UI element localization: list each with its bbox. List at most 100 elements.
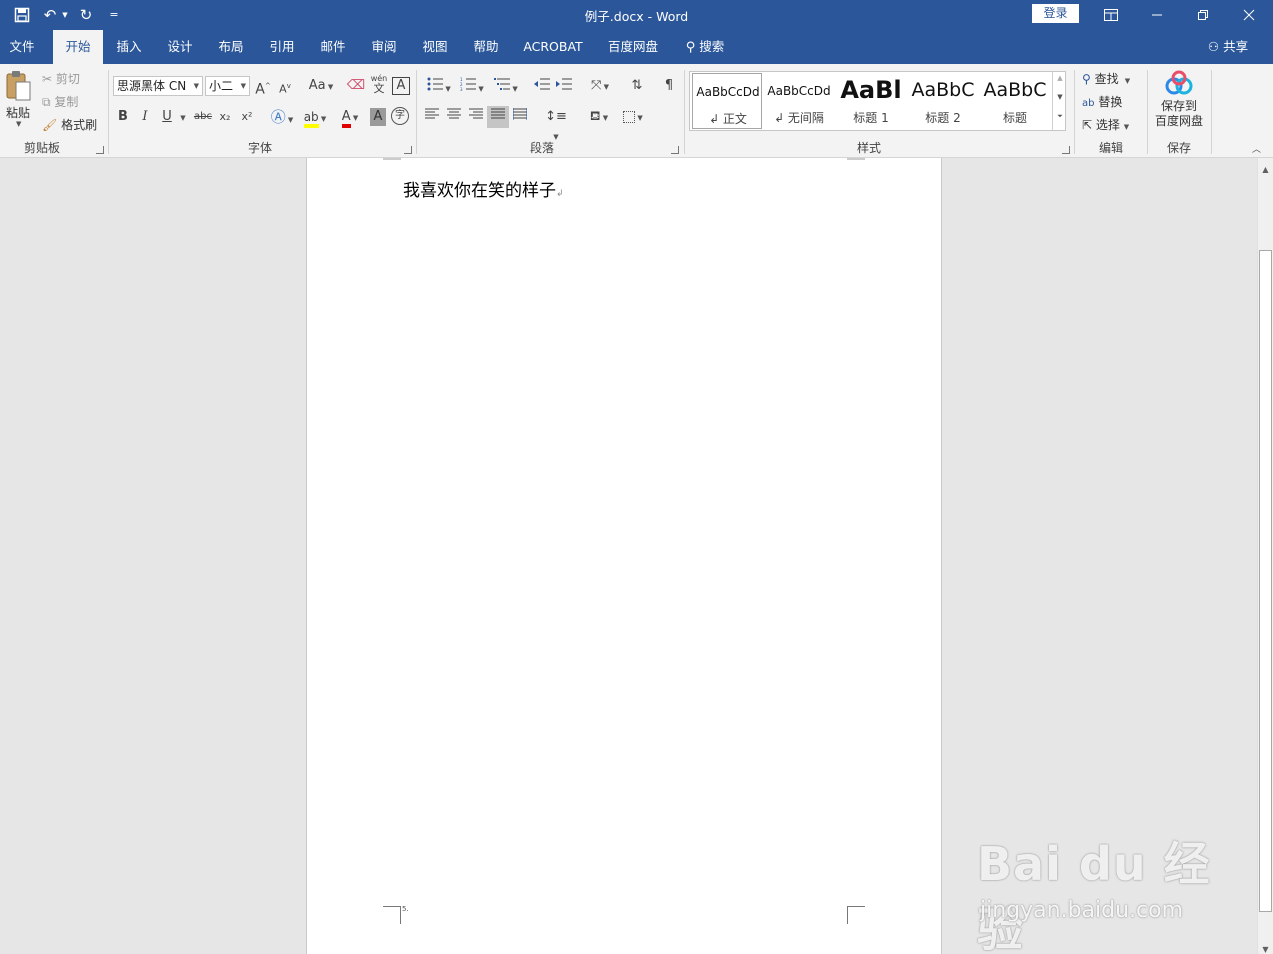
style-title[interactable]: AaBbC 标题 (980, 73, 1050, 129)
underline-button[interactable]: U (160, 108, 174, 126)
shading-button[interactable]: ⛾ ▼ (584, 108, 614, 126)
tab-mailings[interactable]: 邮件 (311, 30, 355, 64)
ribbon-display-options-icon[interactable] (1088, 0, 1134, 30)
document-page[interactable]: 我喜欢你在笑的样子↲ 5. (306, 158, 942, 954)
increase-indent-icon[interactable] (554, 77, 574, 95)
underline-dropdown-icon[interactable]: ▼ (178, 108, 188, 126)
tab-home[interactable]: 开始 (53, 30, 103, 64)
show-hide-marks-icon[interactable]: ¶ (660, 77, 678, 95)
superscript-button[interactable]: x² (238, 108, 256, 126)
tab-help[interactable]: 帮助 (464, 30, 508, 64)
line-spacing-button[interactable]: ↕≡ ▼ (542, 108, 570, 141)
tell-me-search[interactable]: ⚲ 搜索 (680, 30, 730, 64)
phonetic-guide-bottom: 文 (373, 82, 385, 95)
gallery-down-icon[interactable]: ▼ (1053, 93, 1067, 101)
close-icon[interactable] (1226, 0, 1272, 30)
find-button[interactable]: ⚲ 查找 ▼ (1082, 70, 1130, 87)
paste-label: 粘贴 (6, 106, 31, 120)
select-label: 选择 (1095, 118, 1120, 132)
tab-review[interactable]: 审阅 (362, 30, 406, 64)
collapse-ribbon-icon[interactable]: ︿ (1252, 142, 1261, 155)
style-heading-1[interactable]: AaBl 标题 1 (836, 73, 906, 129)
tab-file[interactable]: 文件 (0, 30, 44, 64)
sort-icon[interactable]: ⇅ (628, 77, 646, 95)
watermark-logo: Bai du 经验 (977, 837, 1211, 954)
copy-button[interactable]: ⧉ 复制 (42, 93, 78, 110)
tab-acrobat[interactable]: ACROBAT (518, 30, 588, 64)
paragraph-launcher-icon[interactable] (671, 146, 679, 154)
style-name: ↲ 正文 (709, 112, 747, 126)
align-right-icon[interactable] (467, 108, 485, 126)
vertical-scrollbar[interactable]: ▲ ▼ (1257, 158, 1273, 954)
format-painter-button[interactable]: 🖌 格式刷 (42, 116, 97, 133)
scrollbar-thumb[interactable] (1259, 250, 1272, 912)
style-normal[interactable]: AaBbCcDd ↲ 正文 (692, 73, 762, 129)
scroll-up-icon[interactable]: ▲ (1258, 162, 1273, 177)
strikethrough-button[interactable]: abc (192, 108, 214, 126)
numbering-button[interactable]: 123 ▼ (456, 77, 488, 95)
clear-formatting-icon[interactable]: ⌫ (346, 77, 366, 95)
phonetic-guide-button[interactable]: wén 文 (369, 74, 389, 98)
login-button[interactable]: 登录 (1032, 4, 1079, 23)
distributed-icon[interactable] (511, 108, 529, 126)
paste-dropdown-icon: ▼ (16, 120, 22, 128)
multilevel-list-button[interactable]: ▼ (490, 77, 522, 95)
bullets-button[interactable]: ▼ (423, 77, 455, 95)
tab-references[interactable]: 引用 (260, 30, 304, 64)
watermark-url: jingyan.baidu.com (980, 898, 1184, 923)
font-name-dropdown[interactable]: 思源黑体 CN ▼ (113, 76, 203, 96)
tab-baidu-netdisk[interactable]: 百度网盘 (600, 30, 666, 64)
bullets-icon (427, 77, 444, 91)
scroll-down-icon[interactable]: ▼ (1258, 942, 1273, 954)
share-button[interactable]: ⚇ 共享 (1200, 30, 1256, 64)
paste-button[interactable]: 粘贴 ▼ (4, 70, 34, 130)
italic-button[interactable]: I (138, 108, 152, 126)
justify-icon[interactable] (487, 106, 509, 128)
person-icon: ⚇ (1207, 39, 1220, 54)
align-left-icon[interactable] (423, 108, 441, 126)
clipboard-group-label: 剪贴板 (23, 141, 60, 155)
document-body-text[interactable]: 我喜欢你在笑的样子↲ (403, 176, 564, 201)
save-button-line1: 保存到 (1160, 99, 1197, 113)
tab-insert[interactable]: 插入 (107, 30, 151, 64)
font-size-dropdown[interactable]: 小二 ▼ (205, 76, 250, 96)
character-shading-icon[interactable]: A (370, 108, 386, 126)
shrink-font-icon[interactable]: Av (277, 77, 293, 96)
text-effects-button[interactable]: Ⓐ ▼ (268, 108, 296, 126)
save-to-baidu-netdisk-button[interactable]: 保存到 百度网盘 (1152, 70, 1206, 136)
style-heading-2[interactable]: AaBbC 标题 2 (908, 73, 978, 129)
gallery-up-icon[interactable]: ▲ (1053, 74, 1067, 82)
change-case-button[interactable]: Aa ▼ (306, 77, 336, 95)
gallery-more-icon[interactable]: ⏷ (1053, 112, 1067, 121)
character-border-button[interactable]: A (392, 77, 410, 95)
chinese-layout-button[interactable]: ⤧ ▼ (586, 77, 614, 95)
style-no-spacing[interactable]: AaBbCcDd ↲ 无间隔 (764, 73, 834, 129)
chevron-down-icon: ▼ (1122, 77, 1131, 85)
format-painter-label: 格式刷 (61, 118, 98, 132)
numbering-icon: 123 (460, 77, 477, 92)
replace-button[interactable]: ab 替换 (1082, 93, 1122, 110)
paragraph-mark: ↲ (556, 189, 564, 199)
subscript-button[interactable]: x₂ (216, 108, 234, 126)
clipboard-launcher-icon[interactable] (96, 146, 104, 154)
enclose-characters-button[interactable]: 字 (391, 107, 409, 125)
tab-layout[interactable]: 布局 (209, 30, 253, 64)
minimize-icon[interactable] (1134, 0, 1180, 30)
decrease-indent-icon[interactable] (532, 77, 552, 95)
align-center-icon[interactable] (445, 108, 463, 126)
select-button[interactable]: ⇱ 选择 ▼ (1082, 116, 1129, 133)
grow-font-icon[interactable]: A^ (255, 77, 271, 98)
borders-button[interactable]: ▼ (618, 108, 648, 126)
bottom-left-corner-mark (383, 906, 401, 924)
styles-launcher-icon[interactable] (1062, 146, 1070, 154)
bold-button[interactable]: B (116, 108, 130, 126)
font-color-button[interactable]: A ▼ (335, 108, 365, 128)
tab-design[interactable]: 设计 (158, 30, 202, 64)
font-launcher-icon[interactable] (404, 146, 412, 154)
ribbon: 粘贴 ▼ ✂ 剪切 ⧉ 复制 🖌 格式刷 剪贴板 思源黑体 CN ▼ 小二 ▼ … (0, 64, 1273, 158)
restore-icon[interactable] (1180, 0, 1226, 30)
highlight-color-button[interactable]: ab ▼ (300, 108, 330, 128)
tab-view[interactable]: 视图 (413, 30, 457, 64)
magnifier-icon: ⚲ (1082, 72, 1091, 86)
cut-button[interactable]: ✂ 剪切 (42, 70, 80, 87)
